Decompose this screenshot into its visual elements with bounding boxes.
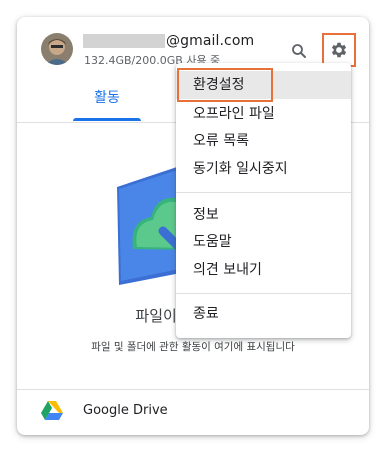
- email-domain: @gmail.com: [166, 33, 255, 49]
- email-redacted: [83, 34, 165, 48]
- google-drive-logo-icon: [41, 401, 63, 421]
- search-icon: [292, 44, 306, 58]
- footer-app-name: Google Drive: [83, 403, 168, 418]
- menu-item-preferences[interactable]: 환경설정: [176, 68, 351, 102]
- menu-item-label: 동기화 일시중지: [193, 161, 288, 177]
- menu-item-offline-files[interactable]: 오프라인 파일: [176, 100, 351, 128]
- search-button[interactable]: [285, 37, 313, 65]
- menu-item-label: 오류 목록: [193, 133, 249, 149]
- menu-item-send-feedback[interactable]: 의견 보내기: [176, 256, 351, 284]
- tab-activity[interactable]: 활동: [73, 81, 141, 121]
- menu-item-label: 오프라인 파일: [193, 106, 275, 122]
- menu-separator: [176, 192, 351, 193]
- menu-item-label: 의견 보내기: [193, 262, 262, 278]
- menu-item-about[interactable]: 정보: [176, 201, 351, 229]
- menu-item-quit[interactable]: 종료: [176, 300, 351, 328]
- menu-item-label: 정보: [193, 207, 219, 223]
- highlight-outline: [177, 68, 273, 102]
- menu-separator: [176, 293, 351, 294]
- active-tab-indicator: [73, 118, 141, 121]
- menu-item-pause-sync[interactable]: 동기화 일시중지: [176, 155, 351, 183]
- avatar[interactable]: [41, 33, 73, 65]
- menu-item-label: 도움말: [193, 234, 232, 250]
- menu-item-help[interactable]: 도움말: [176, 228, 351, 256]
- menu-item-error-list[interactable]: 오류 목록: [176, 127, 351, 155]
- settings-menu: 환경설정 오프라인 파일 오류 목록 동기화 일시중지 정보 도움말 의견 보내…: [176, 63, 351, 338]
- menu-item-label: 종료: [193, 306, 219, 322]
- footer-divider: [17, 389, 369, 390]
- account-email: @gmail.com: [83, 33, 254, 49]
- settings-button[interactable]: [322, 33, 356, 67]
- gear-icon: [331, 42, 347, 58]
- empty-state-subtitle: 파일 및 폴더에 관한 활동이 여기에 표시됩니다: [91, 341, 295, 353]
